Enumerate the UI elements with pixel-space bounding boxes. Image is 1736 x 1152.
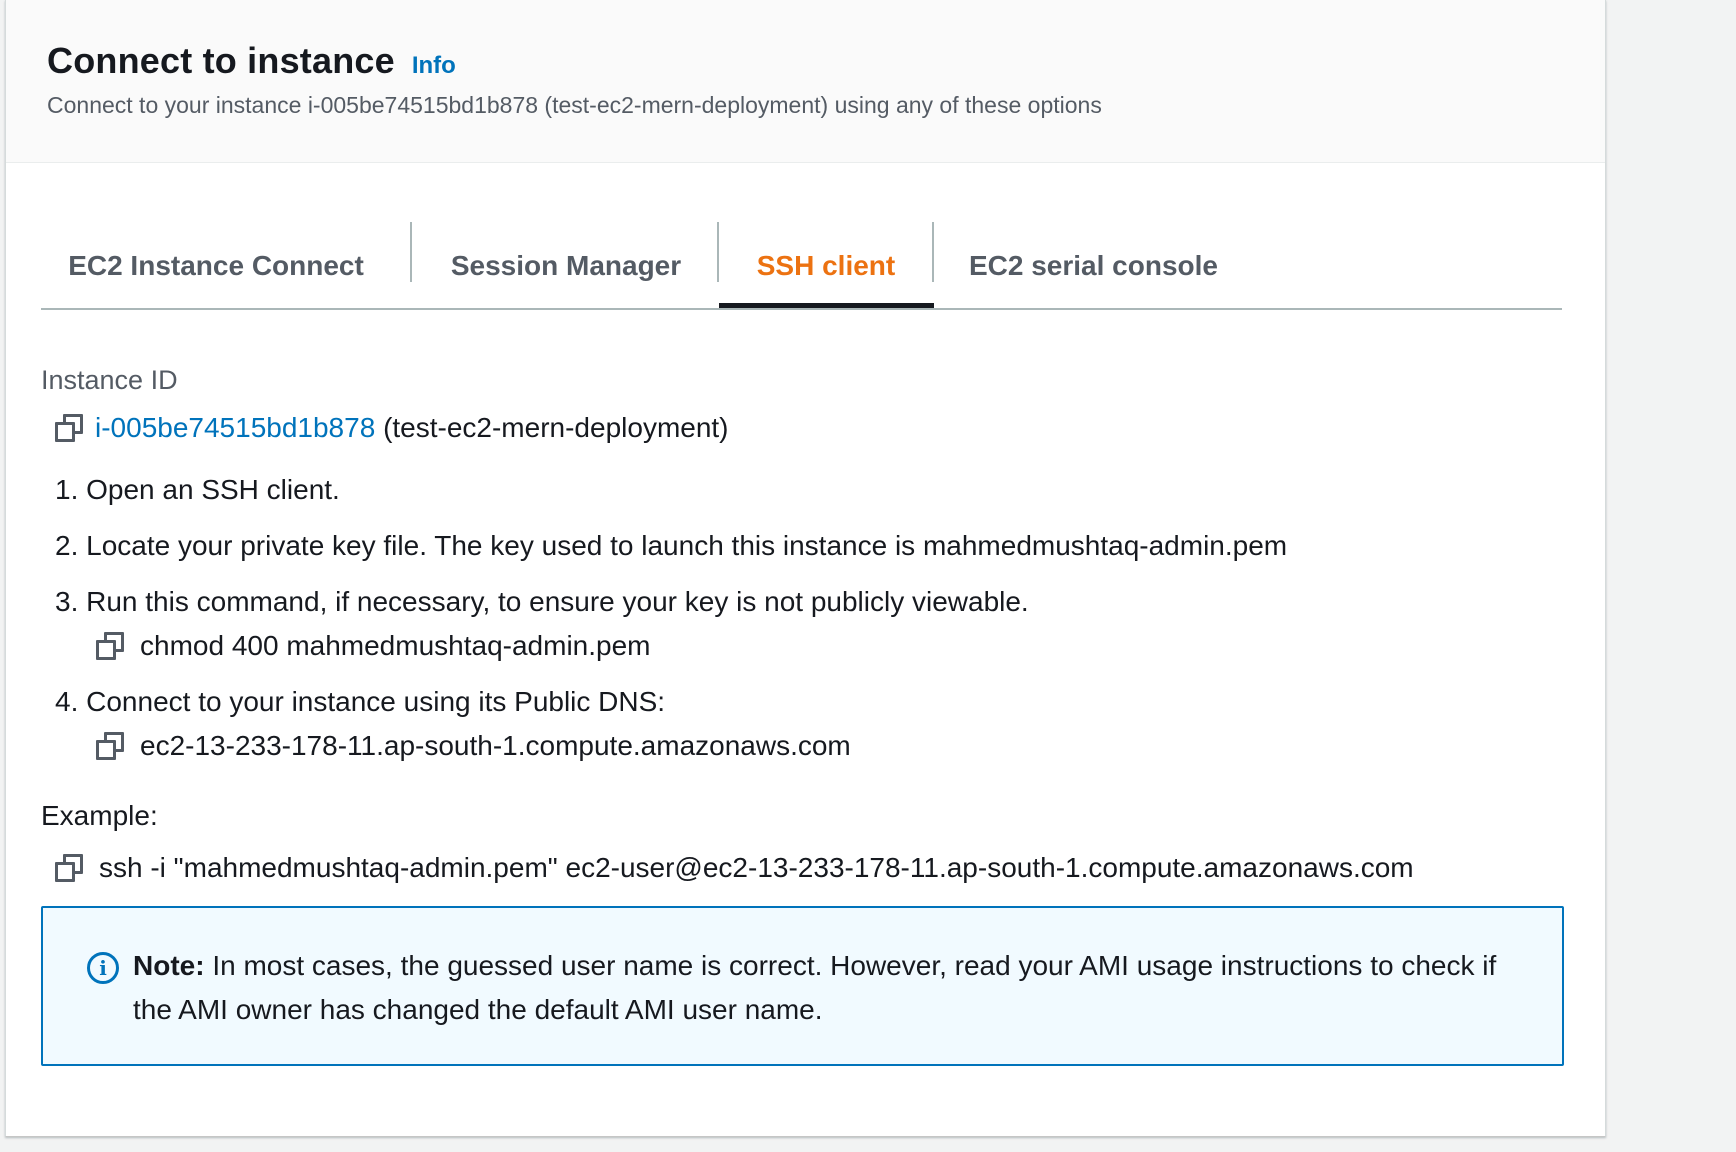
tab-divider: [717, 222, 719, 282]
tab-ec2-serial-console[interactable]: EC2 serial console: [966, 222, 1221, 310]
example-label: Example:: [41, 800, 158, 831]
step-1-text: 1. Open an SSH client.: [55, 474, 340, 505]
instance-id-label: Instance ID: [41, 365, 178, 395]
step-4-text: 4. Connect to your instance using its Pu…: [55, 686, 666, 717]
step-1: 1. Open an SSH client.: [55, 474, 340, 506]
copy-icon[interactable]: [96, 632, 124, 660]
chmod-command: chmod 400 mahmedmushtaq-admin.pem: [140, 630, 651, 661]
note-text: Note: In most cases, the guessed user na…: [133, 944, 1533, 1032]
step-4-command-row: ec2-13-233-178-11.ap-south-1.compute.ama…: [96, 730, 851, 762]
copy-icon[interactable]: [96, 732, 124, 760]
note-body: In most cases, the guessed user name is …: [133, 950, 1497, 1025]
page-subtitle: Connect to your instance i-005be74515bd1…: [47, 92, 1102, 118]
info-link[interactable]: Info: [412, 52, 456, 80]
instance-id-link[interactable]: i-005be74515bd1b878: [95, 412, 375, 443]
step-3: 3. Run this command, if necessary, to en…: [55, 586, 1029, 618]
copy-icon[interactable]: [55, 854, 83, 882]
tab-ec2-instance-connect[interactable]: EC2 Instance Connect: [68, 222, 364, 310]
step-4: 4. Connect to your instance using its Pu…: [55, 686, 665, 718]
instance-name: (test-ec2-mern-deployment): [383, 412, 729, 443]
example-label-row: Example:: [41, 800, 158, 832]
page-title: Connect to instance: [47, 40, 395, 81]
tab-ssh-client[interactable]: SSH client: [731, 222, 921, 310]
example-command-row: ssh -i "mahmedmushtaq-admin.pem" ec2-use…: [55, 852, 1414, 884]
step-2-text: 2. Locate your private key file. The key…: [55, 530, 1288, 561]
title-row: Connect to instance Info: [47, 40, 456, 82]
instance-id-row: i-005be74515bd1b878 (test-ec2-mern-deplo…: [55, 412, 729, 444]
tab-session-manager[interactable]: Session Manager: [451, 222, 681, 310]
tab-divider: [410, 222, 412, 282]
panel-header: Connect to instance Info Connect to your…: [6, 0, 1605, 163]
info-circle-icon: i: [87, 952, 119, 984]
tab-divider: [932, 222, 934, 282]
step-3-command-row: chmod 400 mahmedmushtaq-admin.pem: [96, 630, 650, 662]
step-3-text: 3. Run this command, if necessary, to en…: [55, 586, 1029, 617]
public-dns: ec2-13-233-178-11.ap-south-1.compute.ama…: [140, 730, 851, 761]
ssh-command: ssh -i "mahmedmushtaq-admin.pem" ec2-use…: [99, 852, 1414, 883]
connect-method-tabs: EC2 Instance Connect Session Manager SSH…: [41, 210, 1562, 310]
active-tab-indicator: [719, 303, 934, 308]
step-2: 2. Locate your private key file. The key…: [55, 530, 1287, 562]
note-alert: i Note: In most cases, the guessed user …: [41, 906, 1564, 1066]
copy-icon[interactable]: [55, 414, 83, 442]
note-prefix: Note:: [133, 950, 205, 981]
